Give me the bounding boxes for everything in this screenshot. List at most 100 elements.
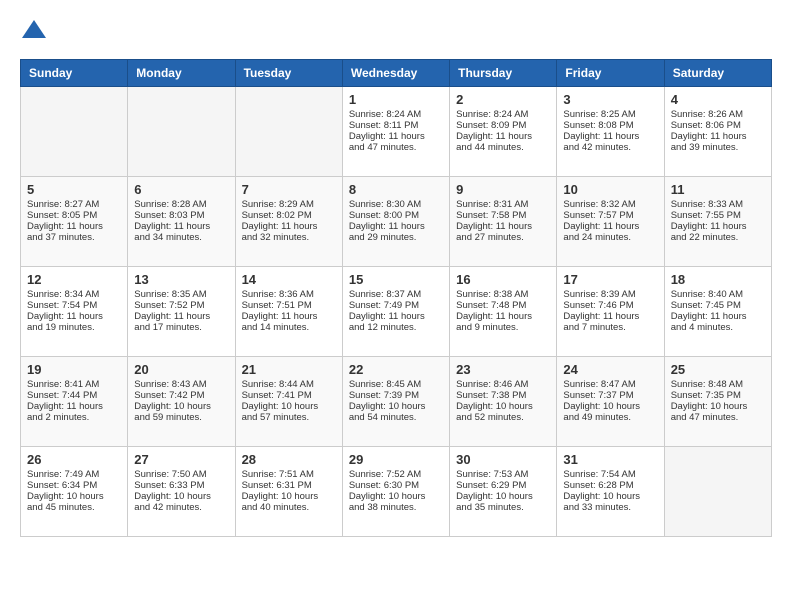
- sunrise-text: Sunrise: 8:25 AM: [563, 109, 635, 120]
- day-number: 26: [27, 452, 121, 467]
- day-number: 7: [242, 182, 336, 197]
- day-number: 31: [563, 452, 657, 467]
- weekday-header-saturday: Saturday: [664, 60, 771, 87]
- sunset-text: Sunset: 6:28 PM: [563, 480, 633, 491]
- daylight-text: Daylight: 10 hours and 42 minutes.: [134, 491, 211, 513]
- sunrise-text: Sunrise: 8:41 AM: [27, 379, 99, 390]
- day-number: 20: [134, 362, 228, 377]
- sunrise-text: Sunrise: 8:31 AM: [456, 199, 528, 210]
- sunrise-text: Sunrise: 8:34 AM: [27, 289, 99, 300]
- daylight-text: Daylight: 10 hours and 49 minutes.: [563, 401, 640, 423]
- calendar-cell-3-7: 18Sunrise: 8:40 AMSunset: 7:45 PMDayligh…: [664, 267, 771, 357]
- day-number: 4: [671, 92, 765, 107]
- sunrise-text: Sunrise: 7:52 AM: [349, 469, 421, 480]
- calendar-week-2: 5 Sunrise: 8:27 AMSunset: 8:05 PM Daylight…: [21, 177, 772, 267]
- calendar-cell-3-1: 12Sunrise: 8:34 AMSunset: 7:54 PMDayligh…: [21, 267, 128, 357]
- daylight-text: Daylight: 10 hours and 40 minutes.: [242, 491, 319, 513]
- weekday-header-wednesday: Wednesday: [342, 60, 449, 87]
- sunset-text: Sunset: 7:57 PM: [563, 210, 633, 221]
- daylight-text: Daylight: 11 hours and 42 minutes.: [563, 131, 639, 153]
- sunset-text: Sunset: 8:06 PM: [671, 120, 741, 131]
- sunset-text: Sunset: 7:46 PM: [563, 300, 633, 311]
- sunset-text: Sunset: 7:35 PM: [671, 390, 741, 401]
- sunrise-text: Sunrise: 7:50 AM: [134, 469, 206, 480]
- sunrise-text: Sunrise: 8:37 AM: [349, 289, 421, 300]
- day-number: 2: [456, 92, 550, 107]
- calendar-cell-2-6: 10Sunrise: 8:32 AMSunset: 7:57 PMDayligh…: [557, 177, 664, 267]
- page-header: [20, 20, 772, 43]
- sunset-text: Sunset: 7:45 PM: [671, 300, 741, 311]
- sunset-text: Sunset: 6:34 PM: [27, 480, 97, 491]
- logo-icon: [22, 20, 46, 38]
- sunset-text: Sunset: 8:03 PM: [134, 210, 204, 221]
- daylight-text: Daylight: 11 hours and 29 minutes.: [349, 221, 425, 243]
- calendar-cell-5-7: [664, 447, 771, 537]
- day-number: 21: [242, 362, 336, 377]
- day-number: 9: [456, 182, 550, 197]
- calendar-cell-4-7: 25Sunrise: 8:48 AMSunset: 7:35 PMDayligh…: [664, 357, 771, 447]
- calendar-cell-2-4: 8Sunrise: 8:30 AMSunset: 8:00 PMDaylight…: [342, 177, 449, 267]
- calendar-body: 1Sunrise: 8:24 AMSunset: 8:11 PMDaylight…: [21, 87, 772, 537]
- calendar-cell-4-1: 19Sunrise: 8:41 AMSunset: 7:44 PMDayligh…: [21, 357, 128, 447]
- day-number: 3: [563, 92, 657, 107]
- day-number: 8: [349, 182, 443, 197]
- calendar-cell-4-3: 21 Sunrise: 8:44 AMSunset: 7:41 PMDayligh…: [235, 357, 342, 447]
- calendar-cell-2-1: 5Sunrise: 8:27 AMSunset: 8:05 PMDaylight…: [21, 177, 128, 267]
- daylight-text: Daylight: 10 hours and 52 minutes.: [456, 401, 533, 423]
- day-number: 13: [134, 272, 228, 287]
- calendar-cell-2-7: 11Sunrise: 8:33 AMSunset: 7:55 PMDayligh…: [664, 177, 771, 267]
- day-number: 22: [349, 362, 443, 377]
- sunrise-text: Sunrise: 8:43 AM: [134, 379, 206, 390]
- sunset-text: Sunset: 8:02 PM: [242, 210, 312, 221]
- sunrise-text: Sunrise: 8:44 AM: [242, 379, 314, 390]
- daylight-text: Daylight: 11 hours and 9 minutes.: [456, 311, 532, 333]
- calendar-table: SundayMondayTuesdayWednesdayThursdayFrid…: [20, 59, 772, 537]
- day-number: 25: [671, 362, 765, 377]
- daylight-text: Daylight: 10 hours and 57 minutes.: [242, 401, 319, 423]
- daylight-text: Daylight: 11 hours and 39 minutes.: [671, 131, 747, 153]
- sunset-text: Sunset: 7:42 PM: [134, 390, 204, 401]
- sunset-text: Sunset: 7:37 PM: [563, 390, 633, 401]
- sunrise-text: Sunrise: 8:29 AM: [242, 199, 314, 210]
- day-number: 5: [27, 182, 121, 197]
- calendar-cell-5-3: 28Sunrise: 7:51 AMSunset: 6:31 PMDayligh…: [235, 447, 342, 537]
- daylight-text: Daylight: 10 hours and 47 minutes.: [671, 401, 748, 423]
- calendar-week-1: 1Sunrise: 8:24 AMSunset: 8:11 PMDaylight…: [21, 87, 772, 177]
- weekday-header-monday: Monday: [128, 60, 235, 87]
- day-number: 29: [349, 452, 443, 467]
- calendar-cell-1-7: 4Sunrise: 8:26 AMSunset: 8:06 PMDaylight…: [664, 87, 771, 177]
- calendar-cell-5-4: 29Sunrise: 7:52 AMSunset: 6:30 PMDayligh…: [342, 447, 449, 537]
- daylight-text: Daylight: 11 hours and 7 minutes.: [563, 311, 639, 333]
- weekday-row: SundayMondayTuesdayWednesdayThursdayFrid…: [21, 60, 772, 87]
- calendar-cell-1-6: 3Sunrise: 8:25 AMSunset: 8:08 PMDaylight…: [557, 87, 664, 177]
- daylight-text: Daylight: 11 hours and 22 minutes.: [671, 221, 747, 243]
- day-number: 19: [27, 362, 121, 377]
- logo: [20, 20, 46, 43]
- weekday-header-friday: Friday: [557, 60, 664, 87]
- sunrise-text: Sunrise: 7:51 AM: [242, 469, 314, 480]
- day-number: 18: [671, 272, 765, 287]
- sunrise-text: Sunrise: 8:30 AM: [349, 199, 421, 210]
- daylight-text: Daylight: 11 hours and 12 minutes.: [349, 311, 425, 333]
- sunrise-text: Sunrise: 8:27 AM: [27, 199, 99, 210]
- day-number: 6: [134, 182, 228, 197]
- sunset-text: Sunset: 8:05 PM: [27, 210, 97, 221]
- daylight-text: Daylight: 10 hours and 35 minutes.: [456, 491, 533, 513]
- calendar-cell-3-4: 15Sunrise: 8:37 AMSunset: 7:49 PMDayligh…: [342, 267, 449, 357]
- sunset-text: Sunset: 7:41 PM: [242, 390, 312, 401]
- sunrise-text: Sunrise: 8:24 AM: [456, 109, 528, 120]
- calendar-cell-3-3: 14Sunrise: 8:36 AMSunset: 7:51 PMDayligh…: [235, 267, 342, 357]
- weekday-header-thursday: Thursday: [450, 60, 557, 87]
- sunrise-text: Sunrise: 8:45 AM: [349, 379, 421, 390]
- sunrise-text: Sunrise: 8:46 AM: [456, 379, 528, 390]
- daylight-text: Daylight: 11 hours and 34 minutes.: [134, 221, 210, 243]
- daylight-text: Daylight: 11 hours and 27 minutes.: [456, 221, 532, 243]
- calendar-cell-5-5: 30Sunrise: 7:53 AMSunset: 6:29 PMDayligh…: [450, 447, 557, 537]
- sunset-text: Sunset: 7:44 PM: [27, 390, 97, 401]
- day-number: 10: [563, 182, 657, 197]
- sunset-text: Sunset: 7:51 PM: [242, 300, 312, 311]
- day-number: 16: [456, 272, 550, 287]
- calendar-cell-2-3: 7Sunrise: 8:29 AMSunset: 8:02 PMDaylight…: [235, 177, 342, 267]
- daylight-text: Daylight: 11 hours and 24 minutes.: [563, 221, 639, 243]
- calendar-cell-5-1: 26Sunrise: 7:49 AMSunset: 6:34 PMDayligh…: [21, 447, 128, 537]
